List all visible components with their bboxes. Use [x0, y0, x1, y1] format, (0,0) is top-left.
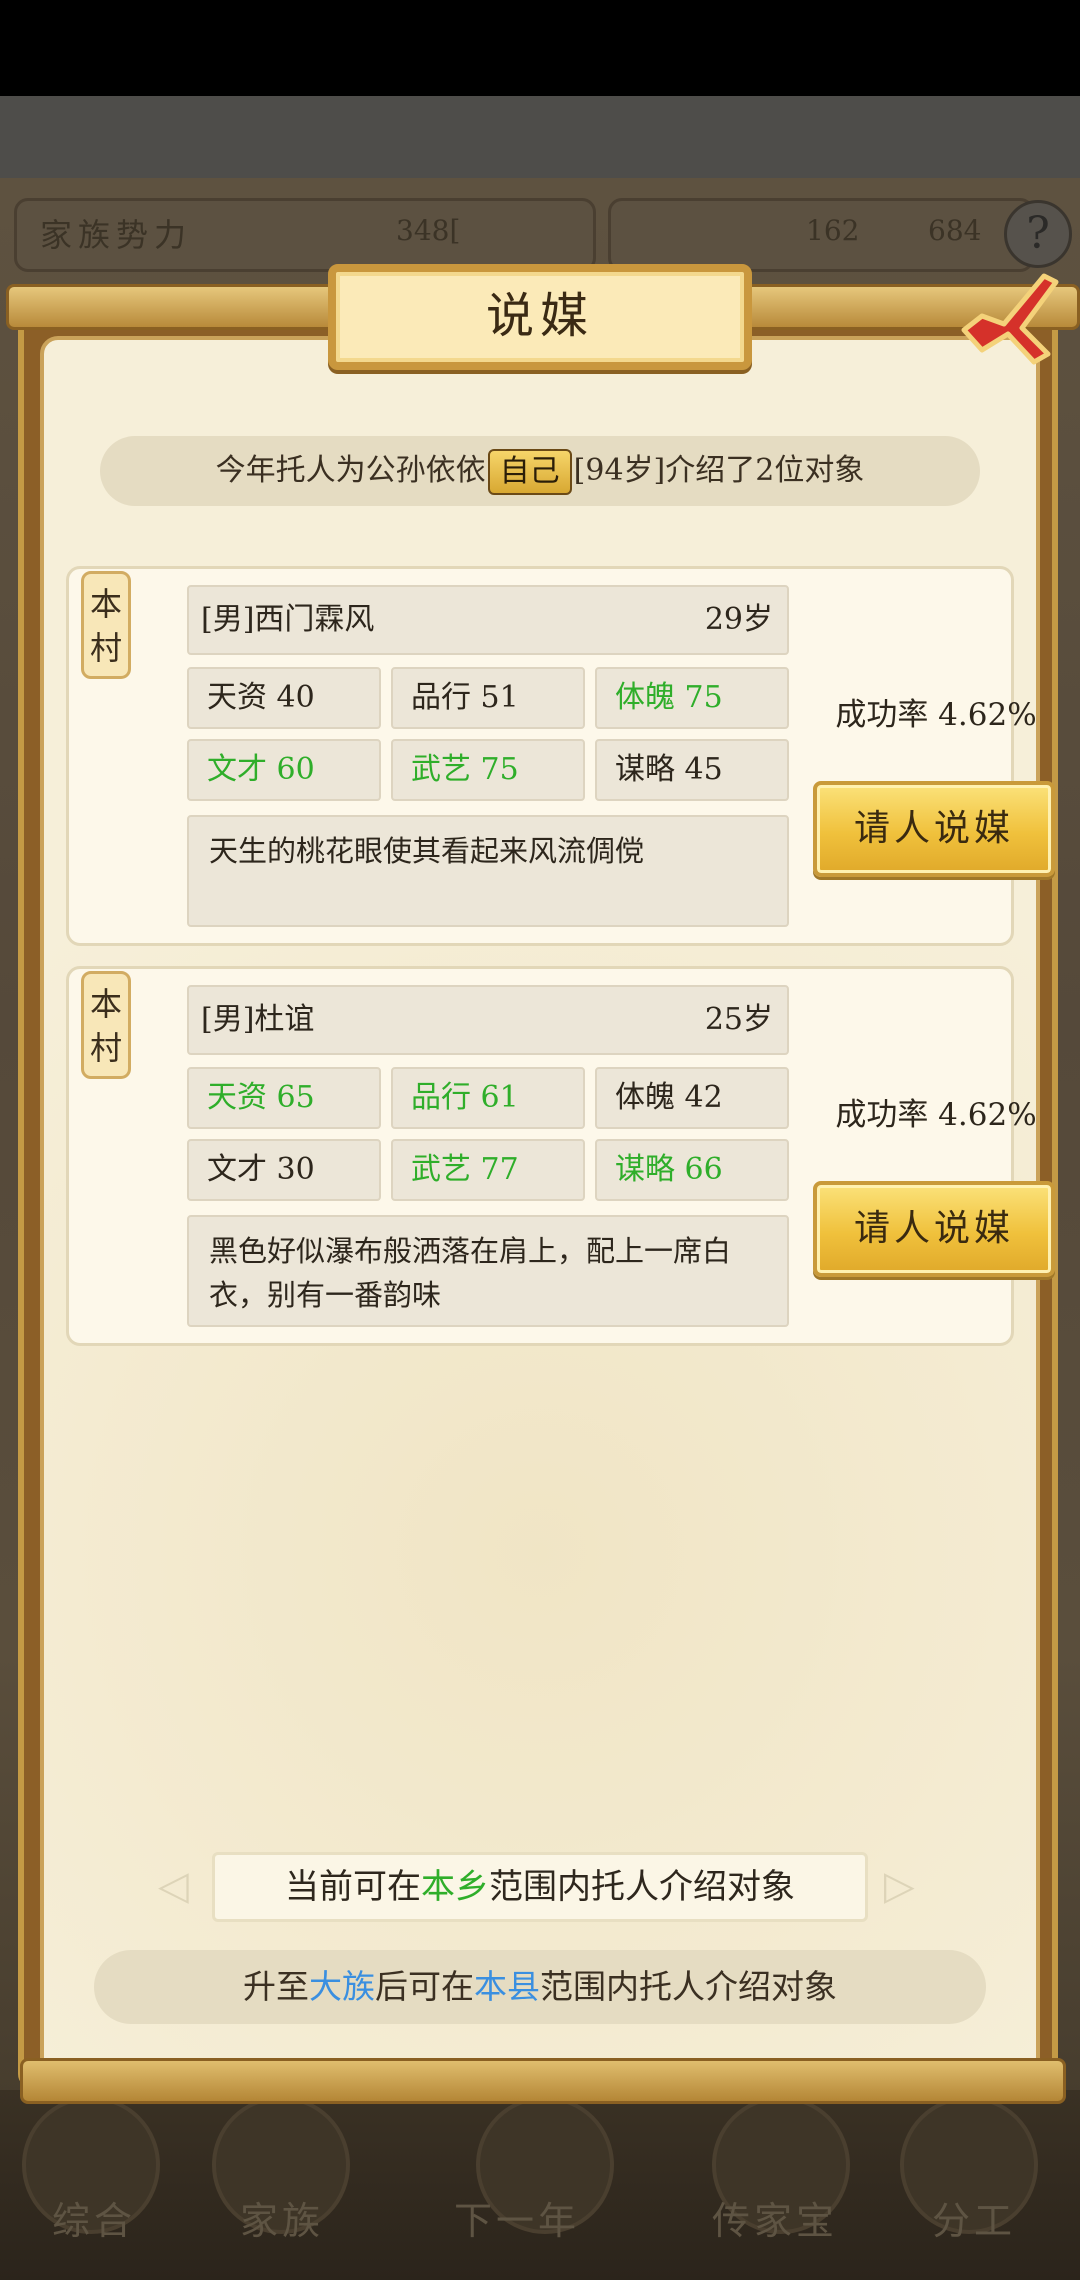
- upgrade-rank-highlight: 大族: [309, 1967, 375, 2006]
- scope-after: 范围内托人介绍对象: [489, 1867, 795, 1907]
- stat-strategy: 谋略 66: [595, 1139, 789, 1201]
- candidate-age: 25岁: [704, 1002, 773, 1037]
- request-matchmaking-button[interactable]: 请人说媒: [813, 1181, 1055, 1277]
- banner-left-ornament: ◁: [158, 1863, 189, 1909]
- success-rate: 成功率 4.62%: [835, 1097, 1037, 1133]
- upgrade-scope-highlight: 本县: [474, 1967, 540, 2006]
- family-power-value: 348[: [396, 214, 461, 247]
- close-button[interactable]: [952, 258, 1062, 368]
- stat-physique: 体魄 42: [595, 1067, 789, 1129]
- nav-family[interactable]: 家族: [240, 2190, 324, 2245]
- scope-highlight: 本乡: [421, 1867, 489, 1907]
- village-tag-text: 本村: [89, 585, 122, 667]
- scope-note: 当前可在本乡范围内托人介绍对象: [212, 1852, 868, 1922]
- self-badge: 自己: [487, 449, 572, 495]
- stat-conduct: 品行 51: [391, 667, 585, 729]
- candidate-card: 本村 [男]杜谊 25岁 天资 65 品行 61 体魄 42 文才 30 武艺 …: [66, 966, 1055, 1346]
- upgrade-note: 升至大族后可在本县范围内托人介绍对象: [94, 1950, 986, 2024]
- stat-physique: 体魄 75: [595, 667, 789, 729]
- silver-count: 162: [806, 214, 860, 247]
- nav-heirloom[interactable]: 传家宝: [712, 2190, 838, 2245]
- stat-martial: 武艺 75: [391, 739, 585, 801]
- candidate-description: 天生的桃花眼使其看起来风流倜傥: [187, 815, 789, 927]
- dialog-bottom-scroll: [20, 2058, 1066, 2104]
- nav-next-year[interactable]: 下一年: [454, 2190, 580, 2245]
- intro-before: 今年托人为公孙依依: [215, 453, 486, 488]
- candidate-name: [男]西门霖风: [201, 602, 375, 637]
- success-rate: 成功率 4.62%: [835, 697, 1037, 733]
- scope-before: 当前可在: [285, 1867, 421, 1907]
- candidate-description: 黑色好似瀑布般洒落在肩上，配上一席白衣，别有一番韵味: [187, 1215, 789, 1327]
- banner-right-ornament: ▷: [884, 1863, 915, 1909]
- stat-literary: 文才 60: [187, 739, 381, 801]
- candidate-name: [男]杜谊: [201, 1002, 315, 1037]
- intro-after: [94岁]介绍了2位对象: [573, 453, 865, 488]
- stat-aptitude: 天资 40: [187, 667, 381, 729]
- stat-literary: 文才 30: [187, 1139, 381, 1201]
- stat-aptitude: 天资 65: [187, 1067, 381, 1129]
- coin-count: 684: [928, 214, 982, 247]
- upgrade-part: 后可在: [375, 1967, 474, 2006]
- dialog-title: 说媒: [485, 288, 594, 344]
- status-bar: [0, 0, 1080, 96]
- request-matchmaking-button[interactable]: 请人说媒: [813, 781, 1055, 877]
- village-tag: 本村: [81, 571, 131, 679]
- family-power-label: 家族势力: [40, 216, 193, 254]
- top-strip: [0, 96, 1080, 178]
- candidate-card: 本村 [男]西门霖风 29岁 天资 40 品行 51 体魄 75 文才 60 武…: [66, 566, 1055, 946]
- stat-martial: 武艺 77: [391, 1139, 585, 1201]
- candidate-age: 29岁: [704, 602, 773, 637]
- stat-strategy: 谋略 45: [595, 739, 789, 801]
- village-tag: 本村: [81, 971, 131, 1079]
- nav-assign[interactable]: 分工: [932, 2190, 1016, 2245]
- upgrade-part: 升至: [243, 1967, 309, 2006]
- intro-text: 今年托人为公孙依依 自己 [94岁]介绍了2位对象: [100, 436, 980, 506]
- stat-conduct: 品行 61: [391, 1067, 585, 1129]
- close-icon: [961, 273, 1059, 365]
- upgrade-part: 范围内托人介绍对象: [540, 1967, 837, 2006]
- nav-general[interactable]: 综合: [52, 2190, 136, 2245]
- village-tag-text: 本村: [89, 985, 122, 1067]
